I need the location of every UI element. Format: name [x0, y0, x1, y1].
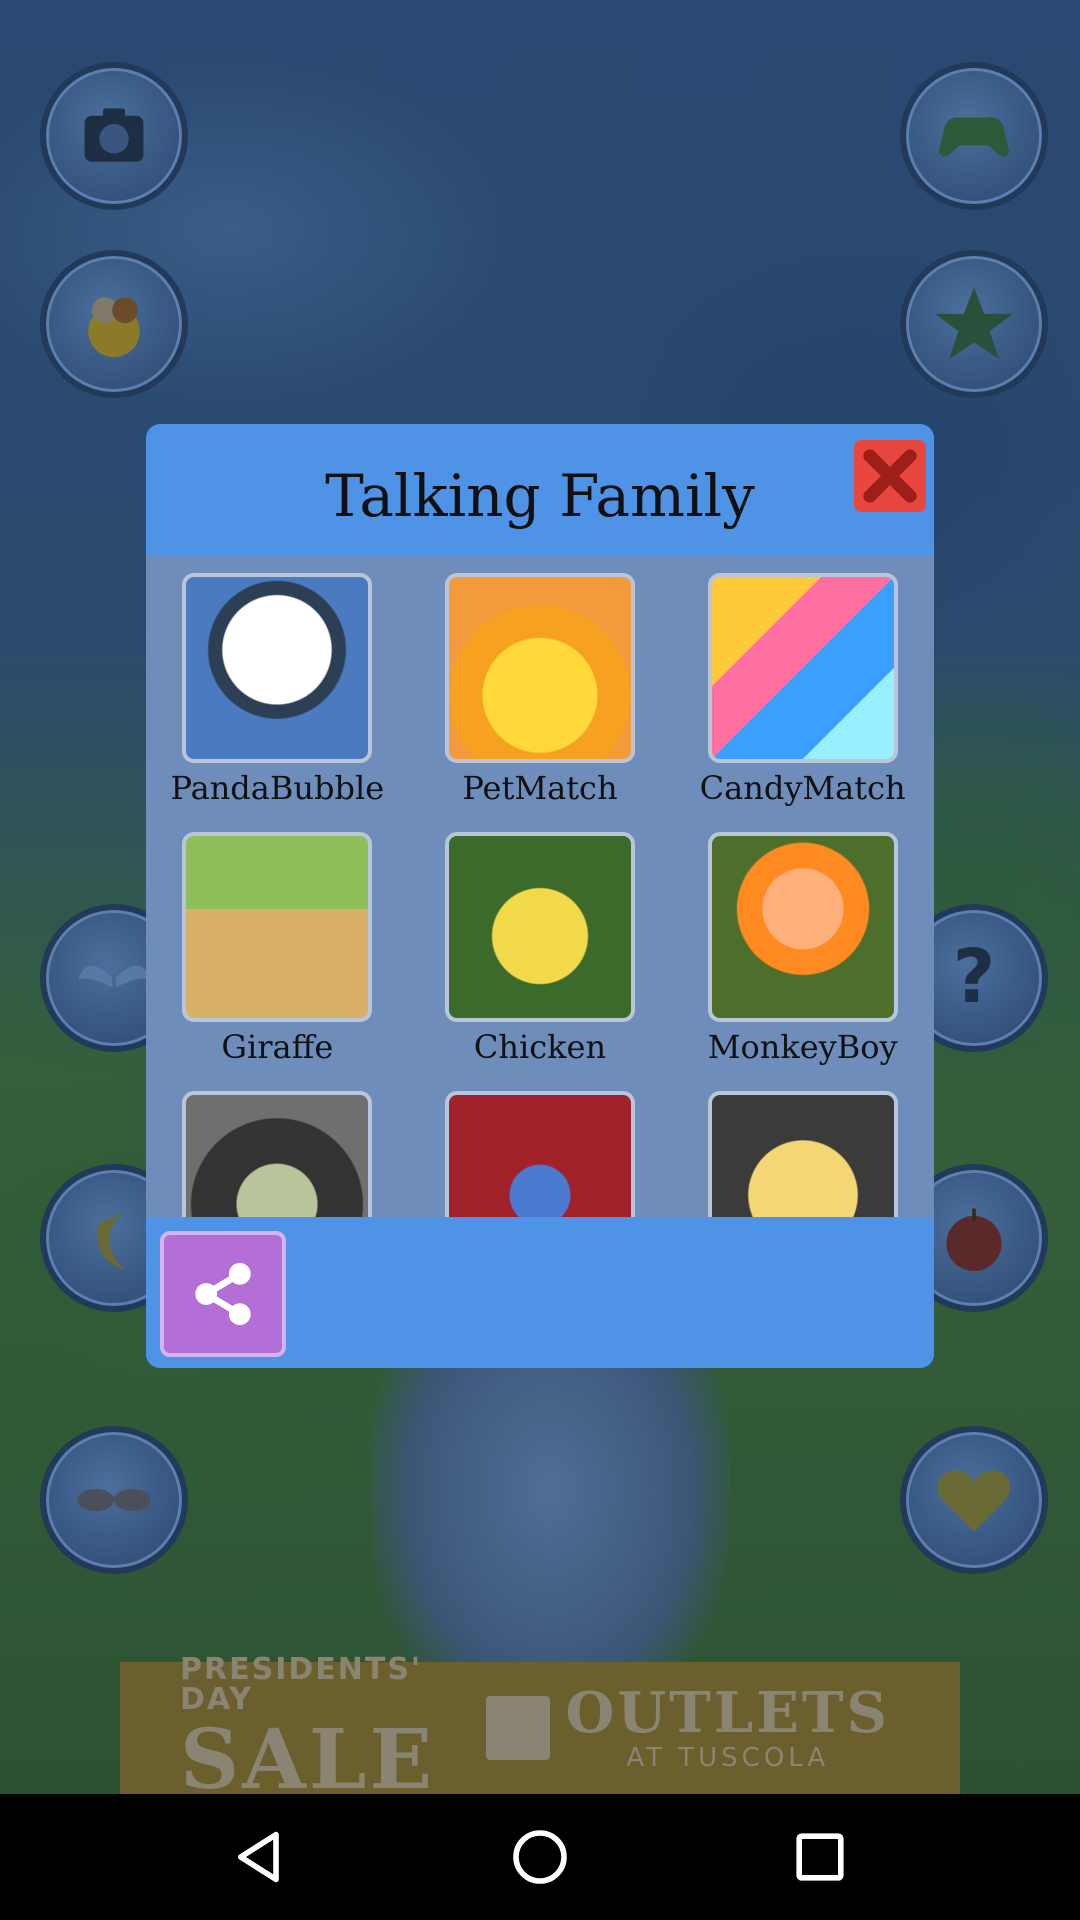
close-icon — [854, 440, 926, 512]
monkeyboy-icon[interactable] — [707, 832, 898, 1022]
heart-button[interactable] — [900, 1426, 1048, 1574]
app-label: PandaBubble — [170, 769, 385, 807]
app-label: CandyMatch — [699, 769, 906, 807]
app-label: Chicken — [473, 1028, 607, 1066]
sunglasses-icon — [77, 1488, 151, 1512]
candy-icon[interactable] — [707, 573, 898, 763]
back-icon[interactable] — [220, 1817, 300, 1897]
dialog-title: Talking Family — [325, 462, 755, 530]
gamepad-button[interactable] — [900, 62, 1048, 210]
ad-brand1: OUTLETS — [565, 1680, 890, 1746]
heart-icon — [937, 1470, 1011, 1532]
panda-icon[interactable] — [182, 573, 373, 763]
chicken-icon[interactable] — [444, 832, 635, 1022]
hedgehog-icon[interactable] — [182, 1091, 373, 1217]
ad-line1: PRESIDENTS' DAY — [180, 1652, 423, 1717]
app-grid[interactable]: PandaBubble PetMatch CandyMatch Giraffe … — [146, 555, 934, 1217]
talking-family-dialog: Talking Family PandaBubble PetMatch Cand… — [146, 424, 934, 1368]
camera-icon — [84, 108, 144, 162]
ad-line2: SALE — [180, 1712, 435, 1808]
recents-icon[interactable] — [780, 1817, 860, 1897]
question-mark-icon: ? — [953, 935, 996, 1020]
gamepad-icon — [939, 117, 1009, 157]
dialog-footer — [146, 1217, 934, 1368]
apple-icon — [946, 1208, 1002, 1272]
close-button[interactable] — [854, 440, 926, 512]
app-item-petmatch[interactable]: PetMatch — [409, 573, 672, 832]
dialog-header: Talking Family — [146, 424, 934, 555]
sunglasses-button[interactable] — [40, 1426, 188, 1574]
petmatch-icon[interactable] — [444, 573, 635, 763]
ad-banner[interactable]: PRESIDENTS' DAY SALE OUTLETS AT TUSCOLA — [120, 1655, 960, 1801]
camera-button[interactable] — [40, 62, 188, 210]
app-item-candymatch[interactable]: CandyMatch — [671, 573, 934, 832]
system-nav-bar — [0, 1794, 1080, 1920]
app-item-monkeyboy[interactable]: MonkeyBoy — [671, 832, 934, 1091]
app-item-chicken[interactable]: Chicken — [409, 832, 672, 1091]
app-item-hedgehog[interactable] — [146, 1091, 409, 1217]
star-button[interactable] — [900, 250, 1048, 398]
scarecrow-icon[interactable] — [444, 1091, 635, 1217]
share-button[interactable] — [160, 1231, 286, 1357]
star-icon — [935, 287, 1013, 359]
ad-brand2: AT TUSCOLA — [626, 1743, 830, 1773]
app-label: MonkeyBoy — [707, 1028, 898, 1066]
chick-icon — [88, 297, 140, 358]
app-label: PetMatch — [462, 769, 618, 807]
giraffe-icon[interactable] — [182, 832, 373, 1022]
app-item-giraffe[interactable]: Giraffe — [146, 832, 409, 1091]
share-icon — [195, 1262, 251, 1326]
app-label: Giraffe — [221, 1028, 334, 1066]
app-item-pandabubble[interactable]: PandaBubble — [146, 573, 409, 832]
app-item-teddy[interactable] — [671, 1091, 934, 1217]
pet-match-button[interactable] — [40, 250, 188, 398]
app-item-scarecrow[interactable] — [409, 1091, 672, 1217]
svg-text:?: ? — [953, 935, 996, 1020]
teddy-bear-icon[interactable] — [707, 1091, 898, 1217]
home-icon[interactable] — [500, 1817, 580, 1897]
wheat-logo-icon — [485, 1696, 550, 1760]
